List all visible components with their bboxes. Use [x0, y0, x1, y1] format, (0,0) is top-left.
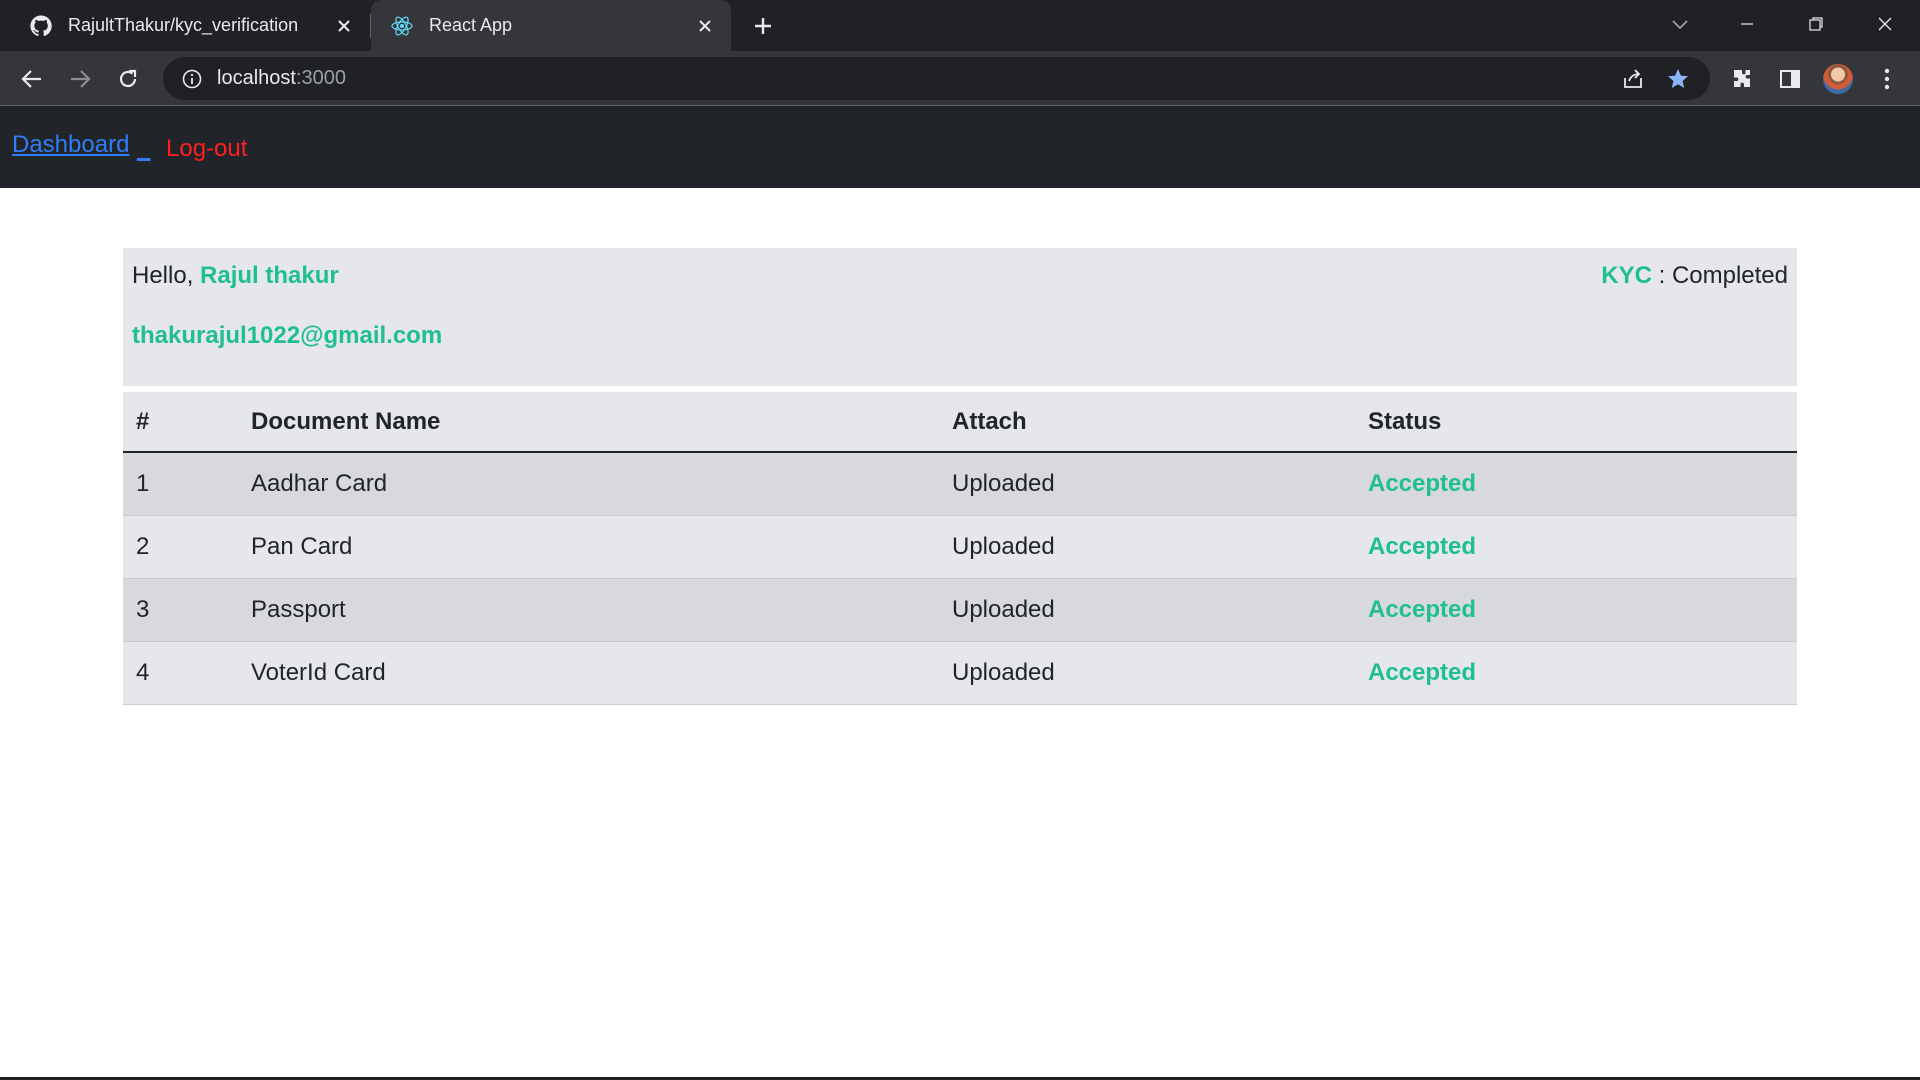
tab-title: React App	[429, 15, 513, 35]
attach-status: Uploaded	[952, 641, 1368, 705]
profile-avatar[interactable]	[1820, 61, 1856, 97]
address-bar[interactable]: localhost:3000	[163, 57, 1710, 100]
status-badge: Accepted	[1368, 641, 1797, 705]
user-info-panel: Hello, Rajul thakur thakurajul1022@gmail…	[123, 248, 1797, 386]
table-row: 4 VoterId Card Uploaded Accepted	[123, 641, 1797, 705]
user-name: Rajul thakur	[200, 262, 339, 289]
column-header-index: #	[123, 392, 251, 453]
row-index: 2	[123, 515, 251, 579]
attach-status: Uploaded	[952, 578, 1368, 642]
browser-toolbar: localhost:3000	[0, 51, 1920, 106]
document-name: Aadhar Card	[251, 452, 952, 516]
status-badge: Accepted	[1368, 578, 1797, 642]
table-row: 2 Pan Card Uploaded Accepted	[123, 515, 1797, 579]
url-port: :3000	[295, 67, 346, 89]
attach-status: Uploaded	[952, 515, 1368, 579]
url-host: localhost	[217, 67, 296, 89]
status-badge: Accepted	[1368, 515, 1797, 579]
reload-icon[interactable]	[110, 61, 146, 97]
user-email: thakurajul1022@gmail.com	[132, 322, 443, 349]
tab-search-chevron-down-icon[interactable]	[1660, 6, 1700, 42]
close-icon[interactable]	[330, 12, 358, 40]
column-header-attach: Attach	[952, 392, 1368, 453]
kyc-separator: :	[1651, 262, 1672, 289]
more-menu-icon[interactable]	[1869, 61, 1905, 97]
bookmark-star-icon[interactable]	[1662, 63, 1694, 95]
kyc-label: KYC	[1601, 262, 1652, 289]
tab-github[interactable]: RajultThakur/kyc_verification	[0, 0, 370, 51]
column-header-document-name: Document Name	[251, 392, 952, 453]
browser-tab-strip: RajultThakur/kyc_verification React App	[0, 0, 1920, 51]
forward-arrow-icon[interactable]	[62, 61, 98, 97]
react-icon	[389, 13, 415, 39]
github-icon	[28, 13, 54, 39]
attach-status: Uploaded	[952, 452, 1368, 516]
restore-icon[interactable]	[1796, 6, 1836, 42]
dashboard-link[interactable]: Dashboard	[12, 131, 129, 159]
minimize-icon[interactable]	[1727, 6, 1767, 42]
document-name: Passport	[251, 578, 952, 642]
app-navbar: Dashboard _ Log-out	[0, 106, 1920, 188]
row-index: 1	[123, 452, 251, 516]
greeting: Hello, Rajul thakur	[132, 262, 339, 290]
new-tab-button[interactable]	[748, 11, 778, 41]
kyc-status-value: Completed	[1671, 262, 1788, 289]
status-badge: Accepted	[1368, 452, 1797, 516]
close-icon[interactable]	[691, 12, 719, 40]
site-info-icon[interactable]	[179, 66, 205, 92]
row-index: 3	[123, 578, 251, 642]
row-index: 4	[123, 641, 251, 705]
column-header-status: Status	[1368, 392, 1797, 453]
greeting-text: Hello,	[132, 262, 201, 289]
logout-link[interactable]: Log-out	[166, 135, 247, 163]
back-arrow-icon[interactable]	[14, 61, 50, 97]
extensions-puzzle-icon[interactable]	[1724, 61, 1760, 97]
table-header-row: # Document Name Attach Status	[123, 392, 1797, 453]
avatar	[1823, 64, 1853, 94]
tab-react-app[interactable]: React App	[371, 0, 731, 51]
table-row: 1 Aadhar Card Uploaded Accepted	[123, 452, 1797, 516]
nav-separator: _	[137, 135, 151, 162]
window-close-icon[interactable]	[1865, 6, 1905, 42]
document-name: VoterId Card	[251, 641, 952, 705]
document-name: Pan Card	[251, 515, 952, 579]
side-panel-icon[interactable]	[1772, 61, 1808, 97]
kyc-status: KYC : Completed	[1601, 262, 1788, 290]
table-row: 3 Passport Uploaded Accepted	[123, 578, 1797, 642]
documents-table: # Document Name Attach Status 1 Aadhar C…	[123, 392, 1797, 705]
share-icon[interactable]	[1617, 63, 1649, 95]
tab-title: RajultThakur/kyc_verification	[68, 15, 299, 35]
